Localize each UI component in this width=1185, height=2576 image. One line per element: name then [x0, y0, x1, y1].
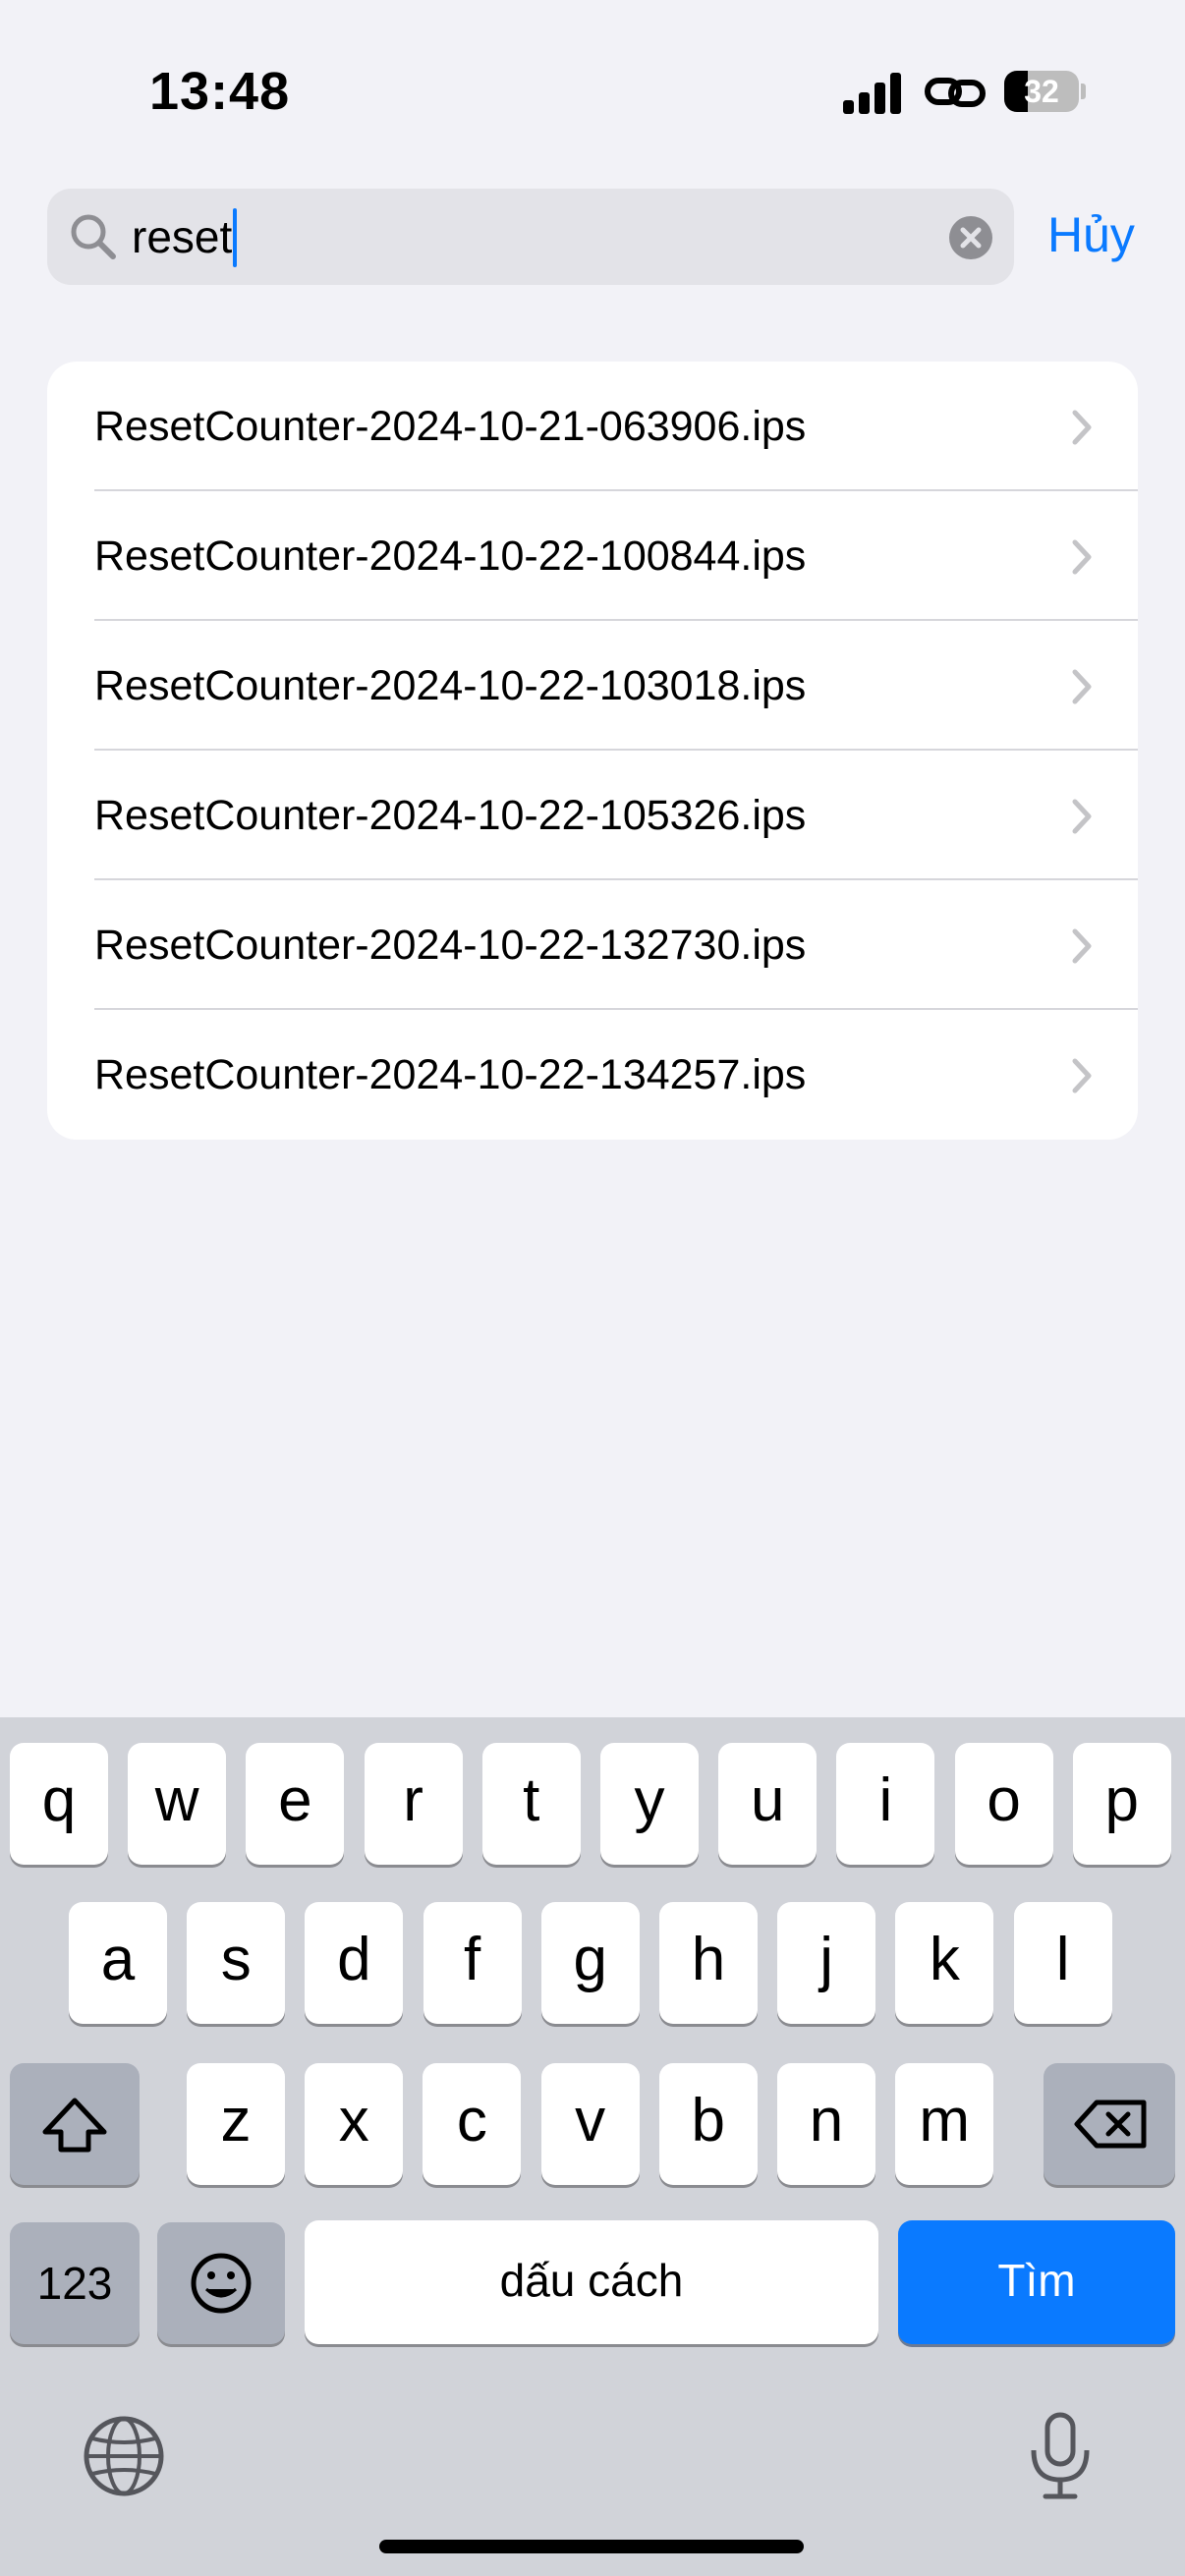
key-d[interactable]: d — [305, 1902, 404, 2024]
chevron-right-icon — [1072, 410, 1092, 445]
key-u[interactable]: u — [718, 1743, 818, 1865]
file-name: ResetCounter-2024-10-22-134257.ips — [94, 1051, 807, 1098]
key-v[interactable]: v — [540, 2063, 640, 2185]
shift-icon — [42, 2098, 107, 2153]
key-h[interactable]: h — [659, 1902, 758, 2024]
key-z[interactable]: z — [187, 2063, 285, 2185]
key-l[interactable]: l — [1013, 1902, 1112, 2024]
file-name: ResetCounter-2024-10-22-100844.ips — [94, 532, 807, 580]
status-time: 13:48 — [149, 62, 291, 121]
key-y[interactable]: y — [600, 1743, 699, 1865]
home-indicator — [379, 2540, 804, 2553]
keyboard: qwertyuiop asdfghjkl zxcvbnm 123 dấu các… — [0, 1717, 1185, 2576]
chevron-right-icon — [1072, 1058, 1092, 1093]
search-value: reset — [132, 208, 238, 267]
file-name: ResetCounter-2024-10-22-103018.ips — [94, 662, 807, 709]
key-t[interactable]: t — [481, 1743, 581, 1865]
search-input[interactable]: reset — [47, 189, 1014, 285]
chevron-right-icon — [1072, 669, 1092, 704]
list-item[interactable]: ResetCounter-2024-10-22-134257.ips — [47, 1010, 1138, 1140]
battery-icon: 32 — [1004, 71, 1086, 112]
chevron-right-icon — [1072, 928, 1092, 964]
cellular-signal-icon — [843, 71, 902, 114]
space-key[interactable]: dấu cách — [305, 2220, 878, 2344]
cancel-button[interactable]: Hủy — [1047, 204, 1135, 265]
emoji-icon — [191, 2253, 252, 2314]
key-a[interactable]: a — [69, 1902, 167, 2024]
key-b[interactable]: b — [658, 2063, 758, 2185]
search-icon — [71, 214, 116, 259]
key-j[interactable]: j — [777, 1902, 876, 2024]
key-p[interactable]: p — [1072, 1743, 1171, 1865]
key-o[interactable]: o — [954, 1743, 1053, 1865]
shift-key[interactable] — [10, 2063, 140, 2185]
delete-key[interactable] — [1044, 2063, 1175, 2185]
key-e[interactable]: e — [246, 1743, 345, 1865]
list-item[interactable]: ResetCounter-2024-10-22-103018.ips — [47, 621, 1138, 751]
list-item[interactable]: ResetCounter-2024-10-22-105326.ips — [47, 751, 1138, 880]
list-item[interactable]: ResetCounter-2024-10-22-100844.ips — [47, 491, 1138, 621]
clear-search-icon[interactable] — [949, 216, 992, 259]
chevron-right-icon — [1072, 799, 1092, 834]
text-caret — [233, 208, 238, 267]
key-c[interactable]: c — [423, 2063, 522, 2185]
key-f[interactable]: f — [423, 1902, 522, 2024]
list-item[interactable]: ResetCounter-2024-10-21-063906.ips — [47, 362, 1138, 491]
numbers-key[interactable]: 123 — [10, 2222, 140, 2344]
microphone-icon[interactable] — [1026, 2411, 1095, 2501]
emoji-key[interactable] — [157, 2222, 285, 2344]
key-x[interactable]: x — [305, 2063, 404, 2185]
delete-icon — [1074, 2100, 1147, 2149]
key-w[interactable]: w — [128, 1743, 227, 1865]
search-key[interactable]: Tìm — [898, 2220, 1175, 2344]
battery-percentage: 32 — [1024, 74, 1059, 109]
globe-icon[interactable] — [83, 2415, 165, 2497]
key-i[interactable]: i — [836, 1743, 935, 1865]
key-k[interactable]: k — [895, 1902, 994, 2024]
key-s[interactable]: s — [187, 1902, 286, 2024]
list-item[interactable]: ResetCounter-2024-10-22-132730.ips — [47, 880, 1138, 1010]
key-g[interactable]: g — [540, 1902, 640, 2024]
results-list: ResetCounter-2024-10-21-063906.ips Reset… — [47, 362, 1138, 1140]
file-name: ResetCounter-2024-10-21-063906.ips — [94, 403, 807, 450]
chevron-right-icon — [1072, 539, 1092, 575]
file-name: ResetCounter-2024-10-22-105326.ips — [94, 792, 807, 839]
key-m[interactable]: m — [895, 2063, 994, 2185]
link-icon — [925, 78, 986, 107]
key-r[interactable]: r — [364, 1743, 463, 1865]
key-n[interactable]: n — [777, 2063, 875, 2185]
key-q[interactable]: q — [10, 1743, 108, 1865]
file-name: ResetCounter-2024-10-22-132730.ips — [94, 922, 807, 969]
